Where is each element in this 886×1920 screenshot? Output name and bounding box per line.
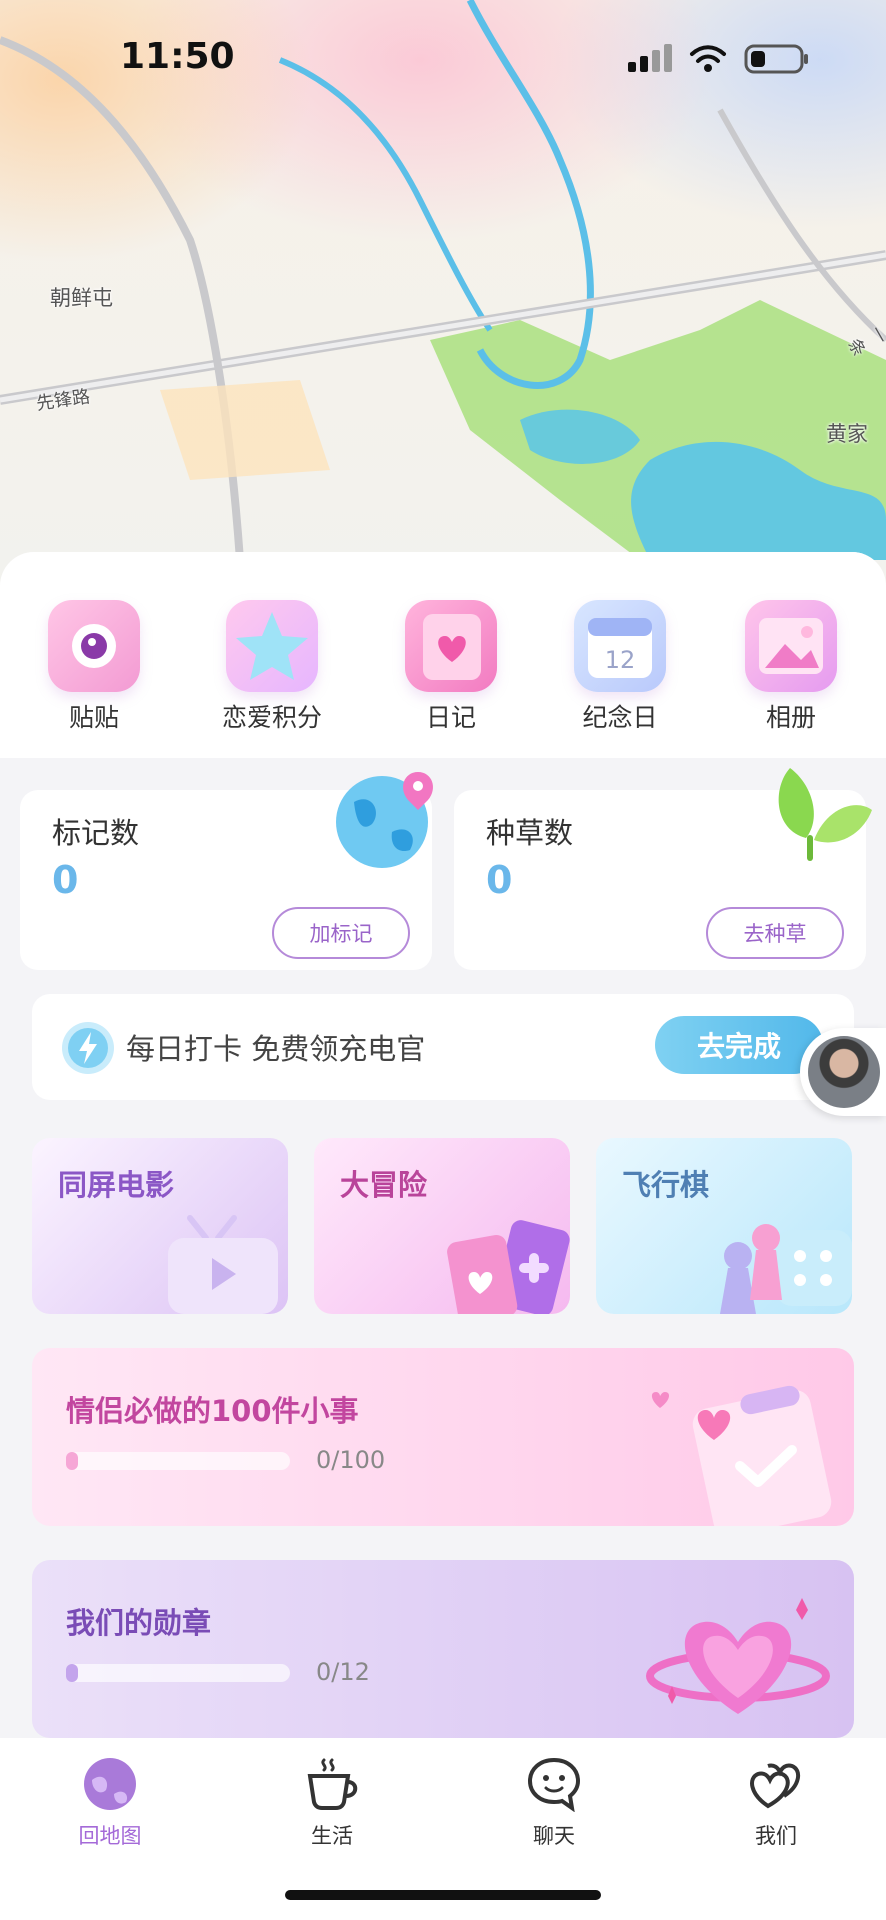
marks-card: 标记数 0 加标记 — [20, 772, 433, 970]
quick-action-label: 日记 — [425, 703, 476, 732]
cards-icon — [447, 1220, 570, 1314]
quick-action-label: 纪念日 — [582, 703, 658, 732]
tab-us[interactable]: 我们 — [696, 1756, 856, 1850]
signal-icon — [628, 44, 672, 72]
game-card-truth-dare[interactable]: 大冒险 — [314, 1138, 570, 1314]
calendar-icon: 12 — [574, 600, 666, 692]
game-title: 飞行棋 — [622, 1168, 710, 1202]
daily-checkin-bar[interactable]: 每日打卡 免费领充电官 去完成 — [32, 994, 854, 1100]
battery-icon — [744, 44, 808, 74]
badges-progress-bar — [66, 1664, 290, 1682]
tab-life[interactable]: 生活 — [252, 1756, 412, 1850]
game-card-flying-chess[interactable]: 飞行棋 — [596, 1138, 852, 1314]
couple-todo-card[interactable]: 情侣必做的100件小事 0/100 — [32, 1348, 854, 1526]
chat-bubble-icon — [527, 1757, 581, 1813]
globe-icon — [84, 1758, 136, 1810]
map-label-place: 朝鲜屯 — [50, 286, 113, 310]
quick-action-diary[interactable]: 日记 — [376, 600, 526, 734]
badges-card[interactable]: 我们的勋章 0/12 — [32, 1560, 854, 1738]
quick-action-label: 相册 — [765, 703, 816, 732]
camera-icon — [48, 600, 140, 692]
bottom-sheet: 贴贴 恋爱积分 日记 12 纪念日 相册 标记数 0 加标记 种草数 0 去种草… — [0, 552, 886, 1822]
tab-label: 我们 — [755, 1824, 797, 1848]
avatar[interactable] — [800, 1028, 886, 1116]
home-indicator — [285, 1890, 601, 1900]
couple-todo-title: 情侣必做的100件小事 — [66, 1394, 359, 1428]
tab-label: 回地图 — [78, 1824, 142, 1848]
quick-action-label: 贴贴 — [68, 703, 119, 732]
checkin-text: 每日打卡 免费领充电官 — [126, 1032, 426, 1066]
checklist-hearts-icon — [651, 1385, 832, 1526]
quick-action-label: 恋爱积分 — [221, 703, 322, 732]
tab-map[interactable]: 回地图 — [30, 1756, 190, 1850]
quick-actions-row: 贴贴 恋爱积分 日记 12 纪念日 相册 — [0, 552, 886, 758]
map-label-place: 黄家 — [826, 422, 868, 446]
quick-action-anniversary[interactable]: 12 纪念日 — [545, 600, 695, 734]
tab-label: 生活 — [311, 1824, 353, 1848]
marks-title: 标记数 — [52, 816, 140, 850]
couple-todo-progress-fill — [66, 1452, 78, 1470]
heart-medal-icon — [646, 1598, 830, 1714]
status-bar: 11:50 — [0, 0, 886, 120]
quick-action-love-points[interactable]: 恋爱积分 — [197, 600, 347, 734]
couple-todo-count: 0/100 — [316, 1446, 386, 1474]
plants-count: 0 — [486, 858, 513, 902]
sprout-icon — [778, 768, 872, 861]
game-title: 大冒险 — [340, 1168, 428, 1202]
badges-title: 我们的勋章 — [66, 1606, 212, 1640]
board-game-icon — [720, 1224, 852, 1314]
game-card-movie[interactable]: 同屏电影 — [32, 1138, 288, 1314]
checkin-complete-button[interactable]: 去完成 — [655, 1016, 823, 1074]
wifi-icon — [690, 45, 726, 72]
coffee-cup-icon — [307, 1758, 358, 1810]
quick-action-album[interactable]: 相册 — [716, 600, 866, 734]
globe-pin-icon — [336, 772, 433, 868]
badges-progress-fill — [66, 1664, 78, 1682]
marks-count: 0 — [52, 858, 79, 902]
plant-grass-button[interactable]: 去种草 — [706, 907, 844, 959]
star-icon — [226, 600, 318, 692]
photo-album-icon — [745, 600, 837, 692]
status-time: 11:50 — [120, 36, 235, 77]
hearts-icon — [750, 1763, 801, 1809]
couple-todo-progress-bar — [66, 1452, 290, 1470]
lightning-icon — [62, 1022, 114, 1074]
plants-card: 种草数 0 去种草 — [454, 768, 872, 970]
add-mark-button[interactable]: 加标记 — [272, 907, 410, 959]
diary-icon — [405, 600, 497, 692]
game-title: 同屏电影 — [58, 1168, 175, 1202]
tv-play-icon — [168, 1215, 278, 1314]
quick-action-tietie[interactable]: 贴贴 — [19, 600, 169, 734]
tab-label: 聊天 — [533, 1824, 575, 1848]
badges-count: 0/12 — [316, 1658, 370, 1686]
plants-title: 种草数 — [486, 816, 574, 850]
svg-text:12: 12 — [605, 646, 636, 674]
tab-chat[interactable]: 聊天 — [474, 1756, 634, 1850]
